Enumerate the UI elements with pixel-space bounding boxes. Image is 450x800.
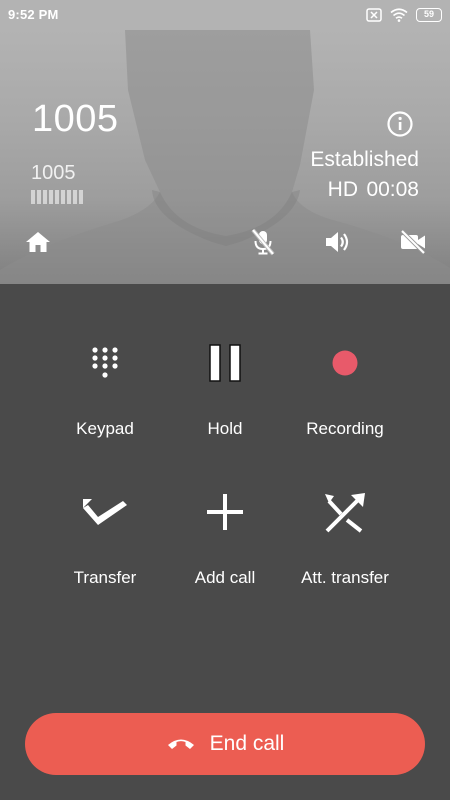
hold-label: Hold xyxy=(207,419,243,438)
keypad-icon xyxy=(92,347,118,378)
plus-icon xyxy=(207,494,243,530)
notification-blocked-icon xyxy=(366,8,382,22)
call-duration: 00:08 xyxy=(366,178,419,201)
attended-transfer-icon xyxy=(325,493,365,533)
call-quality-bars xyxy=(31,190,83,204)
battery-icon: 59 xyxy=(416,8,442,22)
info-icon[interactable] xyxy=(386,110,414,138)
add-call-button[interactable]: Add call xyxy=(160,482,290,588)
call-state: Established xyxy=(310,148,419,171)
status-time: 9:52 PM xyxy=(8,7,59,22)
status-bar: 9:52 PM 59 xyxy=(0,0,450,30)
end-call-button[interactable]: End call xyxy=(25,713,425,775)
hold-button[interactable]: Hold xyxy=(160,333,290,439)
recording-label: Recording xyxy=(306,419,384,438)
recording-button[interactable]: Recording xyxy=(280,333,410,439)
speaker-button[interactable] xyxy=(323,227,353,257)
attended-transfer-label: Att. transfer xyxy=(301,568,389,587)
transfer-icon xyxy=(83,499,127,525)
attended-transfer-button[interactable]: Att. transfer xyxy=(280,482,410,588)
pause-icon xyxy=(209,344,241,382)
caller-name: 1005 xyxy=(32,98,119,140)
keypad-button[interactable]: Keypad xyxy=(40,333,170,439)
call-quality-hd: HD xyxy=(327,178,358,201)
transfer-label: Transfer xyxy=(73,568,137,587)
call-header: 9:52 PM 59 1005 1005 Established HD 00:0… xyxy=(0,0,450,284)
video-button[interactable] xyxy=(398,227,428,257)
hangup-icon xyxy=(167,739,194,749)
add-call-label: Add call xyxy=(194,568,256,587)
video-off-icon xyxy=(400,229,426,255)
home-icon xyxy=(26,232,50,252)
home-button[interactable] xyxy=(23,227,53,257)
mute-button[interactable] xyxy=(248,227,278,257)
mic-off-icon xyxy=(251,228,275,256)
wifi-icon xyxy=(390,8,408,22)
volume-icon xyxy=(326,232,349,252)
transfer-button[interactable]: Transfer xyxy=(40,482,170,588)
caller-number: 1005 xyxy=(31,162,76,184)
end-call-label: End call xyxy=(209,732,285,755)
keypad-label: Keypad xyxy=(76,419,134,438)
record-icon xyxy=(332,350,358,376)
